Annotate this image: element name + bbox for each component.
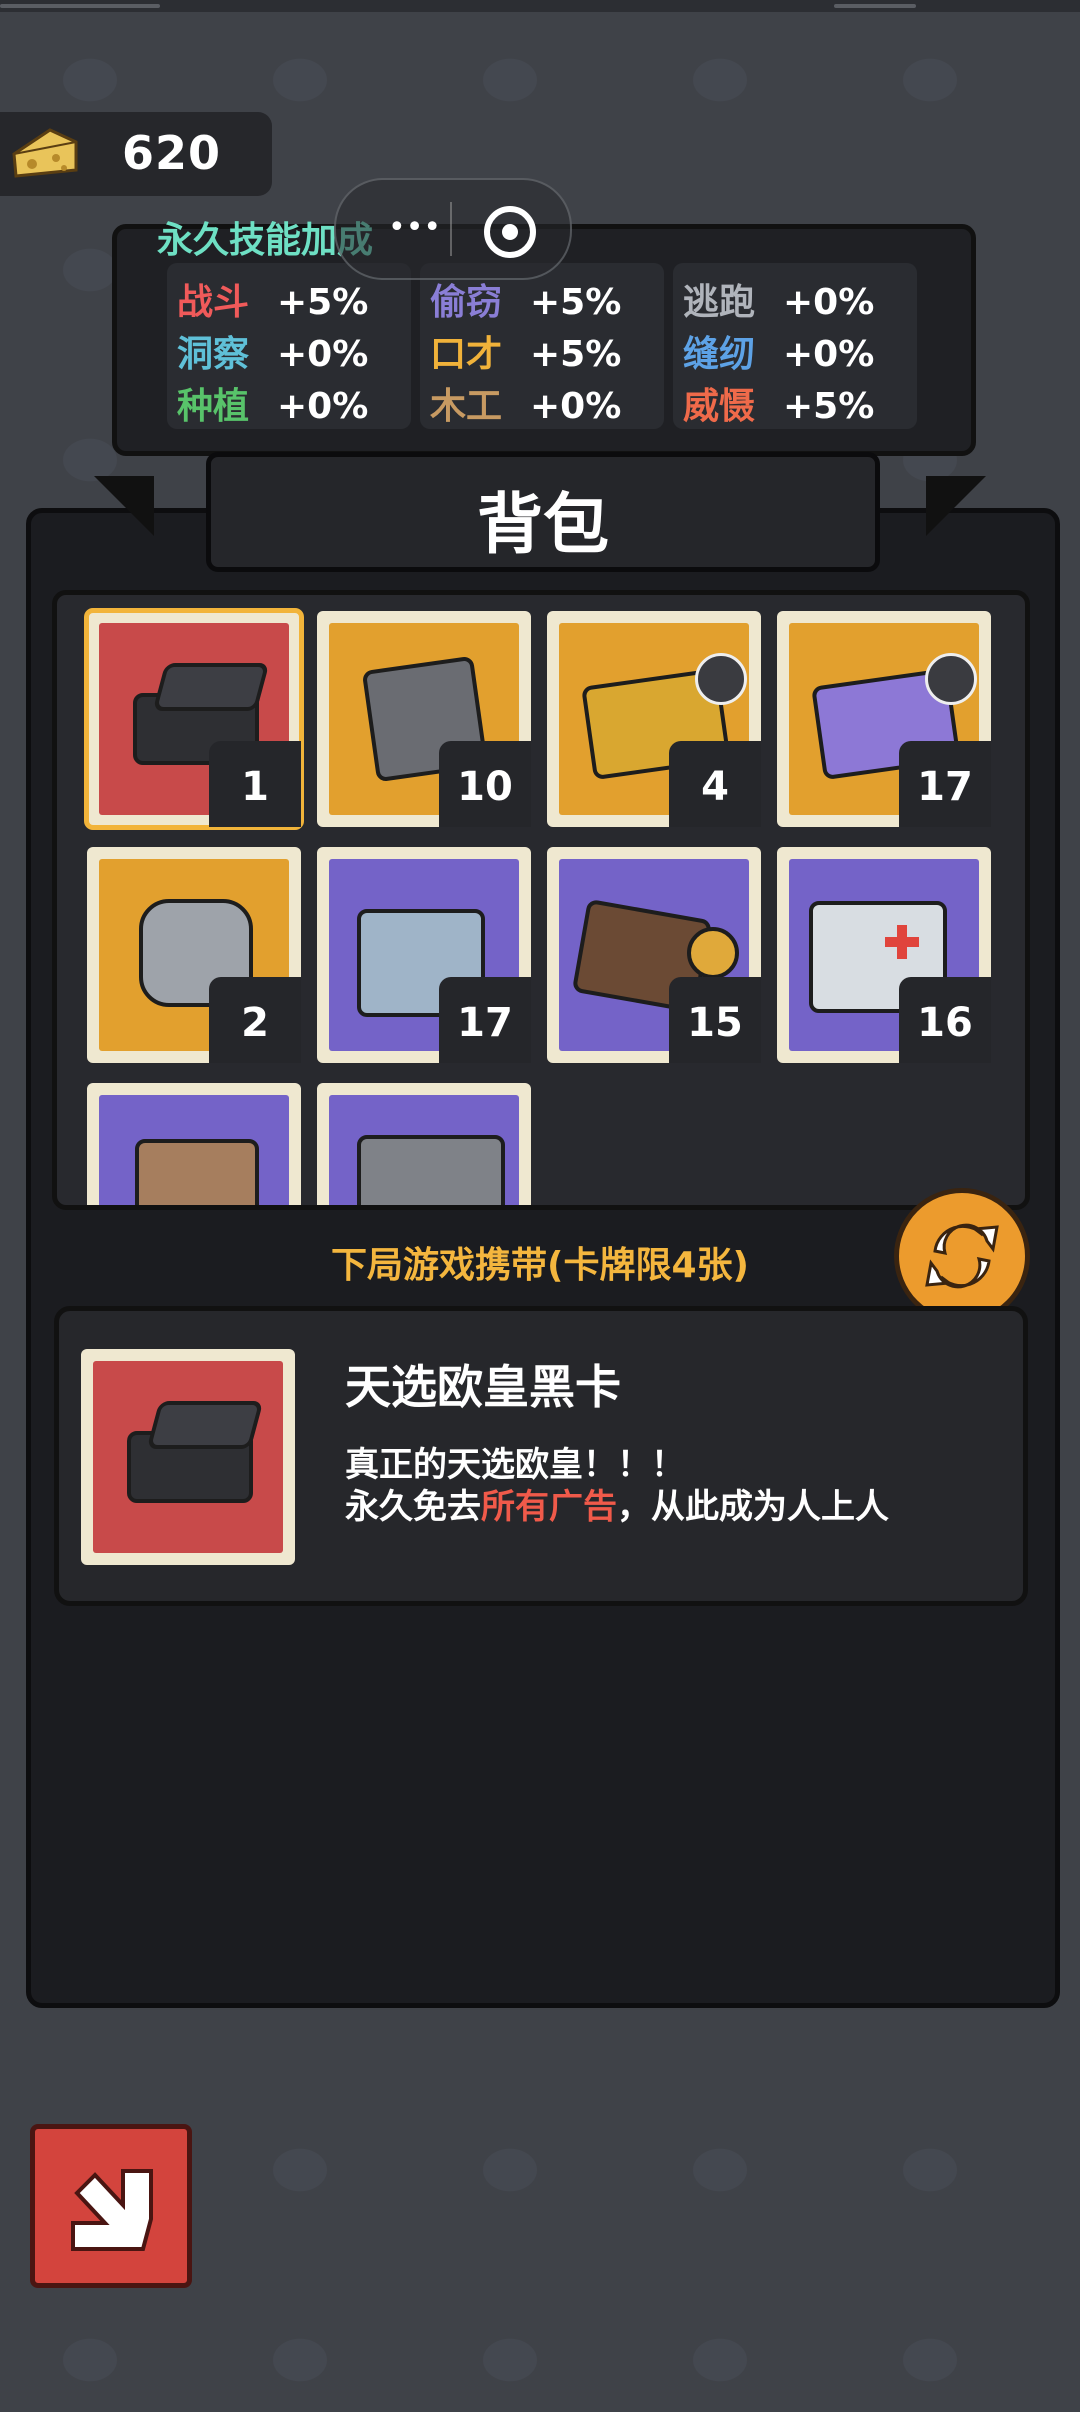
inventory-slot[interactable]: 17 (317, 847, 531, 1063)
detail-item-name: 天选欧皇黑卡 (345, 1360, 621, 1414)
swap-button[interactable] (894, 1188, 1030, 1324)
backpack-title-banner: 背包 (206, 452, 880, 572)
item-count: 2 (209, 977, 301, 1063)
detail-description-line2: 永久免去所有广告，从此成为人上人 (345, 1487, 889, 1527)
lucky-black-card-icon (93, 1361, 283, 1553)
skill-column-1: 战斗 +5% 洞察 +0% 种植 +0% (167, 263, 411, 429)
inventory-grid[interactable]: 1 10 4 17 2 17 15 16 (52, 590, 1030, 1210)
back-arrow-icon (71, 2169, 153, 2251)
item-count: 15 (669, 977, 761, 1063)
banner-ribbon-left (94, 476, 154, 536)
metal-case-icon (329, 1095, 519, 1205)
inventory-slot[interactable]: 4 (547, 611, 761, 827)
detail-item-thumbnail (81, 1349, 295, 1565)
skill-row: 种植 +0% (177, 386, 369, 427)
currency-value: 620 (122, 126, 222, 180)
inventory-slot[interactable]: 17 (777, 611, 991, 827)
item-count: 17 (439, 977, 531, 1063)
skill-column-3: 逃跑 +0% 缝纫 +0% 威慑 +5% (673, 263, 917, 429)
more-dots-icon[interactable]: ••• (388, 213, 441, 243)
item-count: 16 (899, 977, 991, 1063)
inventory-slot[interactable] (317, 1083, 531, 1205)
puzzle-badge-icon (695, 653, 747, 705)
item-count: 1 (209, 741, 301, 827)
banner-ribbon-right (926, 476, 986, 536)
inventory-slot[interactable]: 15 (547, 847, 761, 1063)
puzzle-badge-icon (925, 653, 977, 705)
currency-counter: 620 (0, 112, 272, 196)
capsule-divider (450, 202, 452, 256)
skill-row: 偷窃 +5% (430, 282, 622, 323)
inventory-slot[interactable]: 1 (84, 608, 304, 830)
item-count: 17 (899, 741, 991, 827)
swap-arrows-icon (925, 1223, 999, 1289)
inventory-slot[interactable]: 10 (317, 611, 531, 827)
back-button[interactable] (30, 2124, 192, 2288)
skill-row: 口才 +5% (430, 334, 622, 375)
item-detail-panel: 天选欧皇黑卡 真正的天选欧皇！！！ 永久免去所有广告，从此成为人上人 (54, 1306, 1028, 1606)
cheese-icon (12, 128, 78, 178)
skill-column-2: 偷窃 +5% 口才 +5% 木工 +0% (420, 263, 664, 429)
paper-bag-icon (99, 1095, 289, 1205)
skill-row: 战斗 +5% (177, 282, 369, 323)
status-bar (0, 0, 1080, 12)
skill-row: 洞察 +0% (177, 334, 369, 375)
skill-row: 木工 +0% (430, 386, 622, 427)
skill-row: 威慑 +5% (683, 386, 875, 427)
inventory-slot[interactable]: 2 (87, 847, 301, 1063)
backpack-title: 背包 (477, 486, 609, 563)
item-count: 10 (439, 741, 531, 827)
miniprogram-capsule: ••• (334, 178, 572, 280)
item-count: 4 (669, 741, 761, 827)
skill-row: 缝纫 +0% (683, 334, 875, 375)
skill-row: 逃跑 +0% (683, 282, 875, 323)
inventory-slot[interactable]: 16 (777, 847, 991, 1063)
highlight-text: 所有广告 (481, 1487, 617, 1527)
target-icon[interactable] (484, 206, 536, 258)
inventory-slot[interactable] (87, 1083, 301, 1205)
